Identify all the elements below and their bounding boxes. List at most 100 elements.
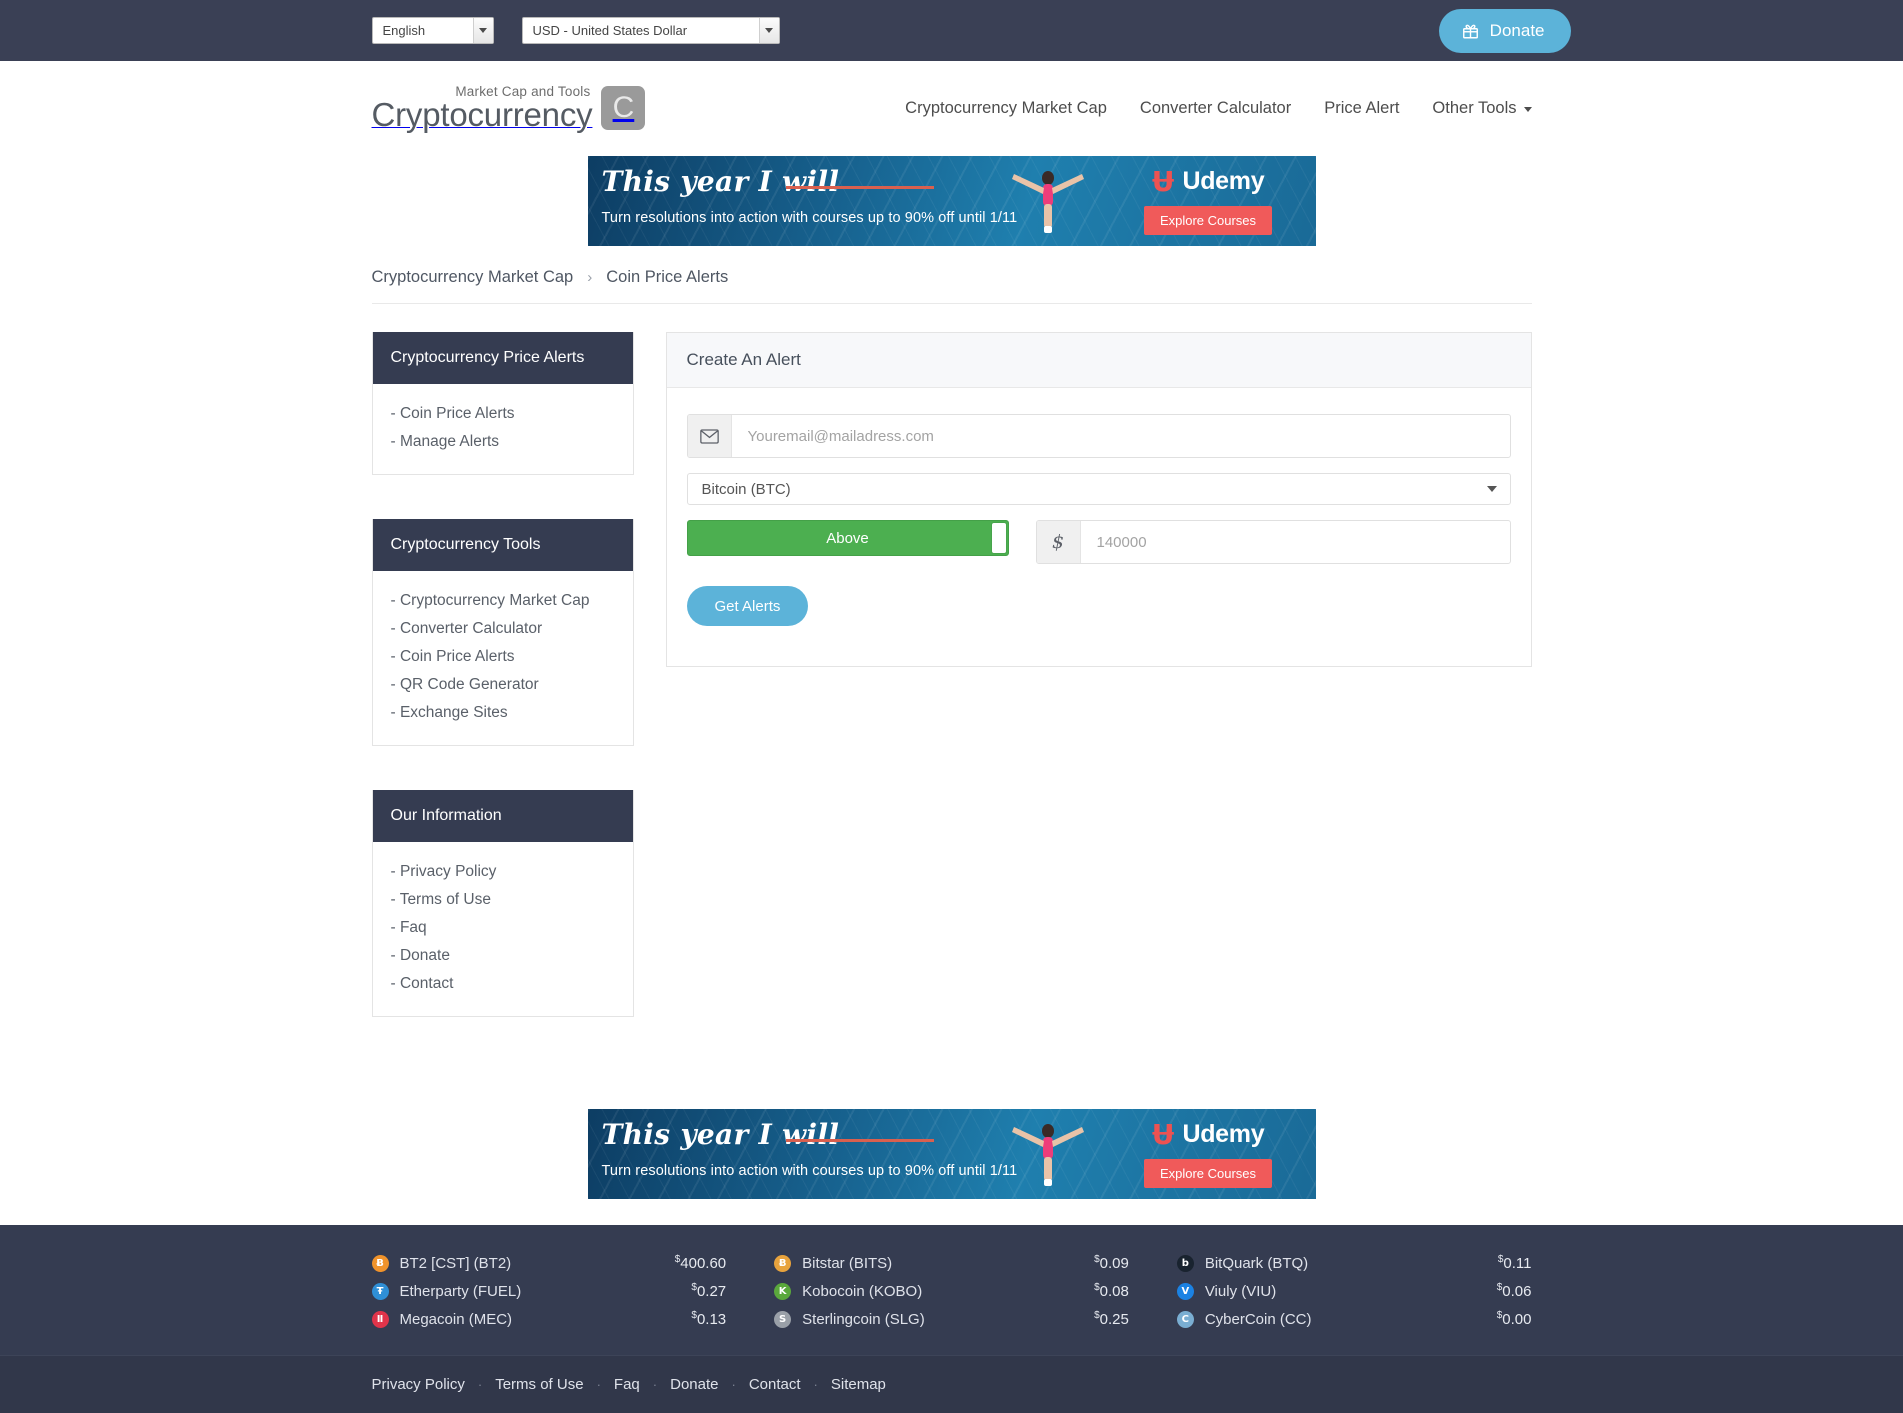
currency-select[interactable]: USD - United States Dollar: [521, 17, 780, 44]
footer-link-faq[interactable]: Faq: [614, 1376, 640, 1393]
email-field-row: [686, 414, 1511, 458]
ticker-row[interactable]: Ŧ Etherparty (FUEL) $0.27: [371, 1277, 726, 1305]
donate-label: Donate: [1489, 20, 1545, 40]
sidebar-item-coin-price-alerts[interactable]: - Coin Price Alerts: [391, 400, 615, 428]
coin-price: $400.60: [674, 1254, 727, 1272]
sidebar-item-exchange-sites[interactable]: - Exchange Sites: [391, 699, 615, 727]
site-logo[interactable]: Market Cap and Tools Cryptocurrency C: [372, 84, 646, 133]
bottom-ad-wrapper: This year I will Turn resolutions into a…: [372, 1109, 1532, 1225]
nav-item-market-cap[interactable]: Cryptocurrency Market Cap: [905, 99, 1107, 118]
sidebar: Cryptocurrency Price Alerts - Coin Price…: [371, 332, 634, 1061]
primary-navigation: Cryptocurrency Market Cap Converter Calc…: [905, 99, 1532, 118]
ticker-row[interactable]: Ƀ BT2 [CST] (BT2) $400.60: [371, 1249, 727, 1277]
coin-name[interactable]: Etherparty (FUEL): [400, 1283, 522, 1300]
sidebar-item-coin-price-alerts[interactable]: - Coin Price Alerts: [391, 643, 615, 671]
footer-link-privacy-policy[interactable]: Privacy Policy: [372, 1376, 465, 1393]
coin-name[interactable]: BitQuark (BTQ): [1205, 1255, 1308, 1272]
nav-label: Price Alert: [1324, 98, 1400, 117]
top-ad-banner[interactable]: This year I will Turn resolutions into a…: [587, 156, 1316, 246]
ad-subline: Turn resolutions into action with course…: [601, 210, 1018, 226]
coin-icon: Ŧ: [371, 1282, 389, 1300]
coin-name[interactable]: CyberCoin (CC): [1205, 1311, 1312, 1328]
ticker-column: Ƀ BT2 [CST] (BT2) $400.60 Ŧ Etherparty (FUEL…: [371, 1249, 727, 1333]
coin-icon: C: [1176, 1310, 1194, 1328]
nav-item-price-alert[interactable]: Price Alert: [1324, 99, 1399, 118]
sidebar-item-contact[interactable]: - Contact: [391, 970, 615, 998]
logo-tagline: Market Cap and Tools: [455, 84, 591, 100]
coin-price: $0.25: [1094, 1310, 1129, 1328]
footer-link-donate[interactable]: Donate: [670, 1376, 718, 1393]
coin-select[interactable]: Bitcoin (BTC): [686, 473, 1511, 505]
ticker-row[interactable]: S Sterlingcoin (SLG) $0.25: [774, 1305, 1129, 1333]
breadcrumb-parent-link[interactable]: Cryptocurrency Market Cap: [372, 268, 574, 287]
coin-price: $0.13: [691, 1310, 727, 1328]
site-header: Market Cap and Tools Cryptocurrency C Cr…: [0, 61, 1903, 156]
sidebar-item-privacy-policy[interactable]: - Privacy Policy: [391, 858, 615, 886]
udemy-logo-icon: Ʉ: [1151, 164, 1175, 198]
price-field-wrapper: $: [1035, 520, 1511, 564]
nav-item-converter-calculator[interactable]: Converter Calculator: [1140, 99, 1291, 118]
main-layout: Cryptocurrency Price Alerts - Coin Price…: [371, 304, 1532, 1061]
top-ad-wrapper: This year I will Turn resolutions into a…: [372, 156, 1532, 246]
coin-price: $0.11: [1497, 1254, 1532, 1272]
coin-select-wrapper: Bitcoin (BTC): [686, 473, 1511, 505]
sidebar-item-faq[interactable]: - Faq: [391, 914, 615, 942]
ticker-column: Ƀ Bitstar (BITS) $0.09 K Kobocoin (KOBO) $0.0…: [774, 1249, 1129, 1333]
gift-icon: [1462, 24, 1478, 38]
sidebar-item-converter-calculator[interactable]: - Converter Calculator: [391, 615, 615, 643]
coin-name[interactable]: Bitstar (BITS): [802, 1255, 892, 1272]
coin-price: $0.08: [1094, 1282, 1129, 1300]
coin-icon: V: [1176, 1282, 1194, 1300]
ticker-row[interactable]: C CyberCoin (CC) $0.00: [1176, 1305, 1531, 1333]
sidebar-item-terms-of-use[interactable]: - Terms of Use: [391, 886, 615, 914]
panel-title: Our Information: [372, 790, 633, 842]
language-select-wrapper: English: [371, 17, 494, 44]
diver-illustration: [1011, 1124, 1084, 1186]
coin-name[interactable]: Kobocoin (KOBO): [802, 1283, 922, 1300]
footer-link-terms-of-use[interactable]: Terms of Use: [495, 1376, 583, 1393]
ticker-row[interactable]: b BitQuark (BTQ) $0.11: [1176, 1249, 1532, 1277]
card-title: Create An Alert: [666, 333, 1531, 388]
coin-icon: S: [774, 1310, 792, 1328]
donate-button[interactable]: Donate: [1438, 8, 1571, 53]
price-input-group: $: [1035, 520, 1511, 564]
nav-item-other-tools[interactable]: Other Tools: [1432, 99, 1532, 118]
price-input[interactable]: [1080, 521, 1510, 563]
ticker-row[interactable]: Ⅱ Megacoin (MEC) $0.13: [371, 1305, 727, 1333]
ticker-row[interactable]: V Viuly (VIU) $0.06: [1176, 1277, 1531, 1305]
bottom-ad-banner[interactable]: This year I will Turn resolutions into a…: [587, 1109, 1316, 1199]
ad-underline-decoration: [785, 186, 934, 189]
explore-courses-button[interactable]: Explore Courses: [1143, 1159, 1273, 1188]
ticker-row[interactable]: Ƀ Bitstar (BITS) $0.09: [774, 1249, 1129, 1277]
breadcrumb-separator-icon: ›: [587, 269, 593, 286]
sidebar-item-manage-alerts[interactable]: - Manage Alerts: [391, 428, 615, 456]
direction-toggle[interactable]: Above: [686, 520, 1009, 556]
coin-name[interactable]: BT2 [CST] (BT2): [400, 1255, 512, 1272]
sidebar-item-market-cap[interactable]: - Cryptocurrency Market Cap: [391, 587, 615, 615]
coin-name[interactable]: Viuly (VIU): [1205, 1283, 1276, 1300]
ad-brand: Udemy: [1182, 1120, 1265, 1148]
coin-icon: Ƀ: [774, 1254, 792, 1272]
coin-name[interactable]: Megacoin (MEC): [400, 1311, 513, 1328]
email-input-group: [686, 414, 1511, 458]
email-input[interactable]: [731, 415, 1510, 457]
coin-name[interactable]: Sterlingcoin (SLG): [802, 1311, 925, 1328]
logo-badge-icon: C: [601, 85, 646, 130]
ad-headline: This year I will: [601, 1118, 840, 1151]
logo-wordmark: Cryptocurrency: [371, 96, 593, 134]
coin-price: $0.09: [1094, 1254, 1129, 1272]
get-alerts-button[interactable]: Get Alerts: [686, 586, 809, 626]
footer-link-contact[interactable]: Contact: [749, 1376, 801, 1393]
main-content: Create An Alert Youremail@mailadress.com…: [665, 332, 1532, 1061]
explore-courses-button[interactable]: Explore Courses: [1143, 206, 1273, 235]
footer-link-sitemap[interactable]: Sitemap: [831, 1376, 886, 1393]
ad-subline: Turn resolutions into action with course…: [601, 1163, 1018, 1179]
language-select[interactable]: English: [371, 17, 494, 44]
sidebar-item-donate[interactable]: - Donate: [391, 942, 615, 970]
create-alert-card: Create An Alert Youremail@mailadress.com…: [665, 332, 1532, 667]
ticker-row[interactable]: K Kobocoin (KOBO) $0.08: [774, 1277, 1129, 1305]
sidebar-item-qr-code-generator[interactable]: - QR Code Generator: [391, 671, 615, 699]
footer-link-separator: ·: [477, 1377, 483, 1392]
toggle-knob[interactable]: [991, 523, 1006, 553]
udemy-logo-icon: Ʉ: [1151, 1117, 1175, 1151]
